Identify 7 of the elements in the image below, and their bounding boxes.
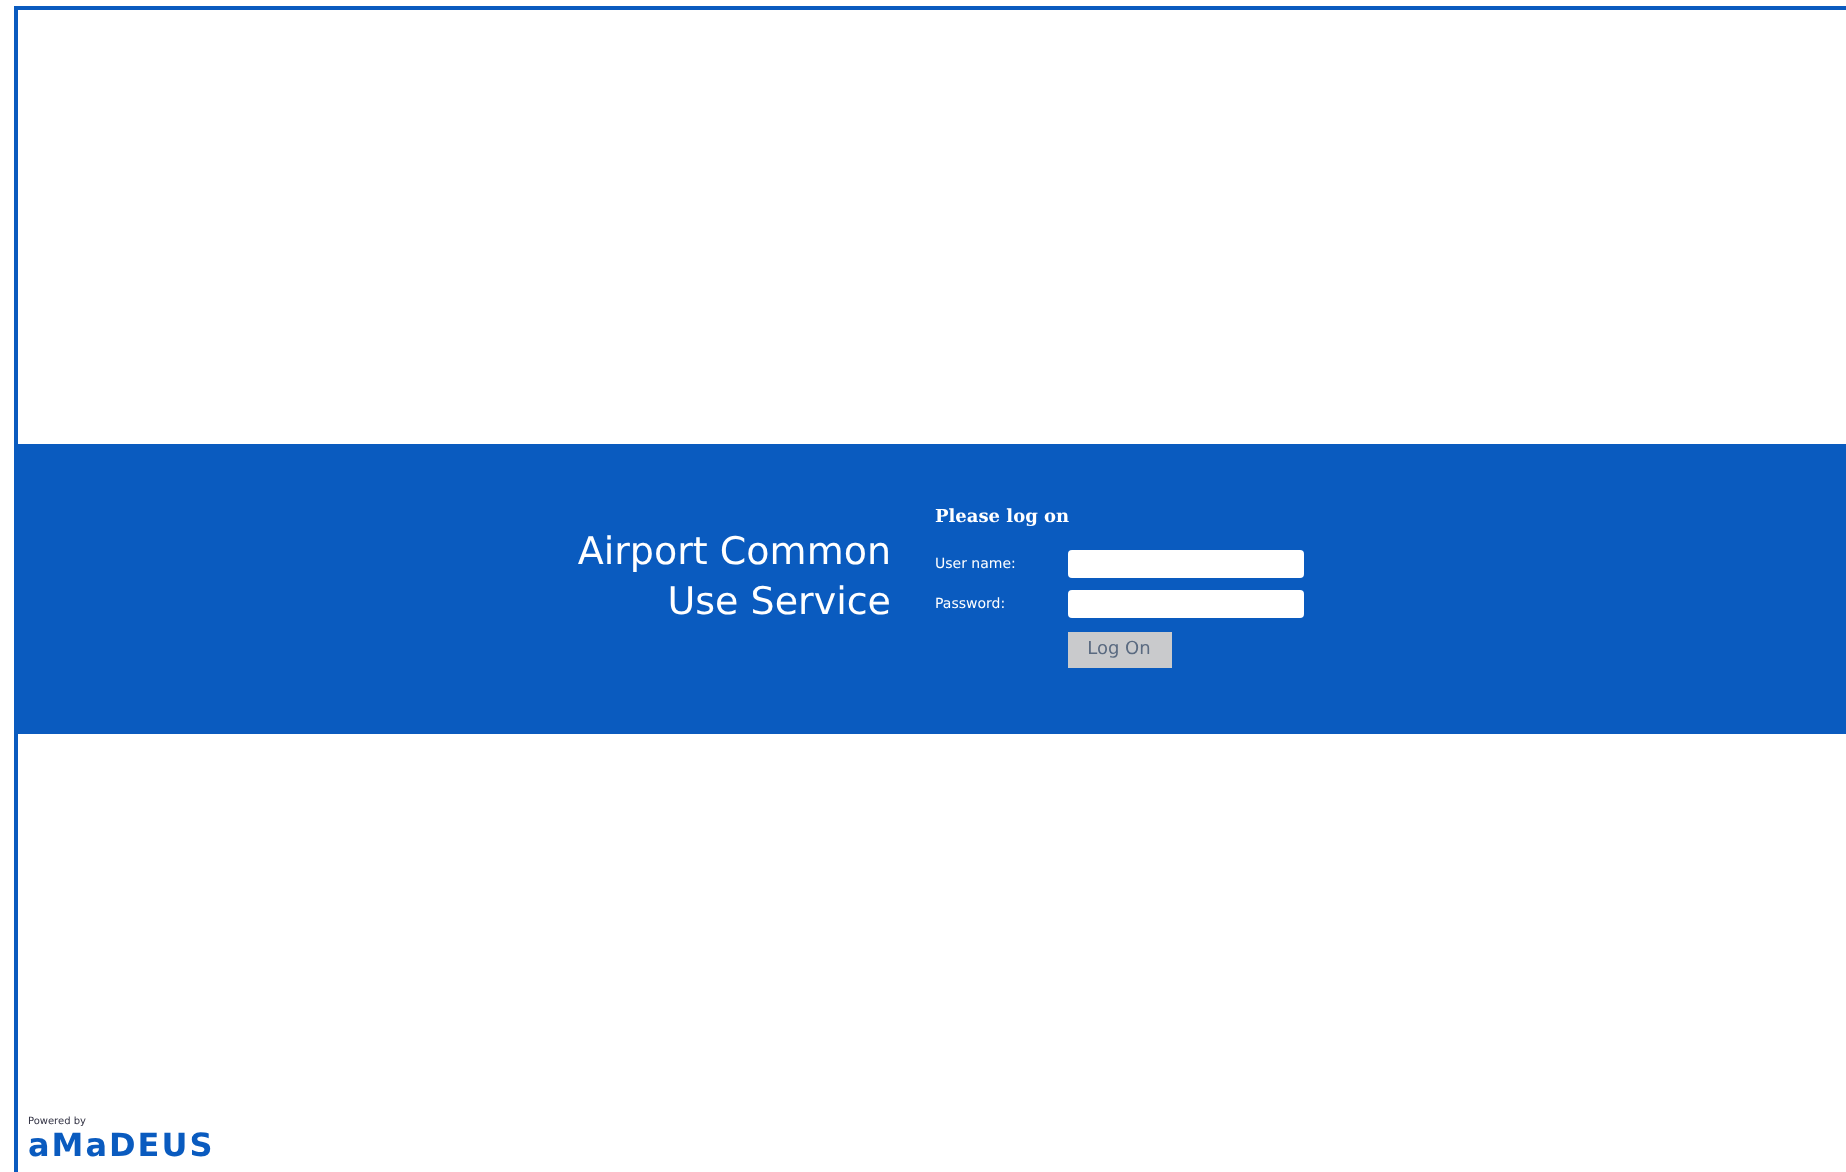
log-on-button[interactable]: Log On [1067, 632, 1171, 668]
input-field[interactable] [1067, 550, 1303, 578]
input-field[interactable] [1067, 590, 1303, 618]
app-title: Use Service [665, 578, 891, 628]
logo: aMaDEUS [28, 1128, 215, 1164]
app-title: Airport Common [575, 528, 891, 578]
login-heading: Please log on [935, 508, 1070, 528]
